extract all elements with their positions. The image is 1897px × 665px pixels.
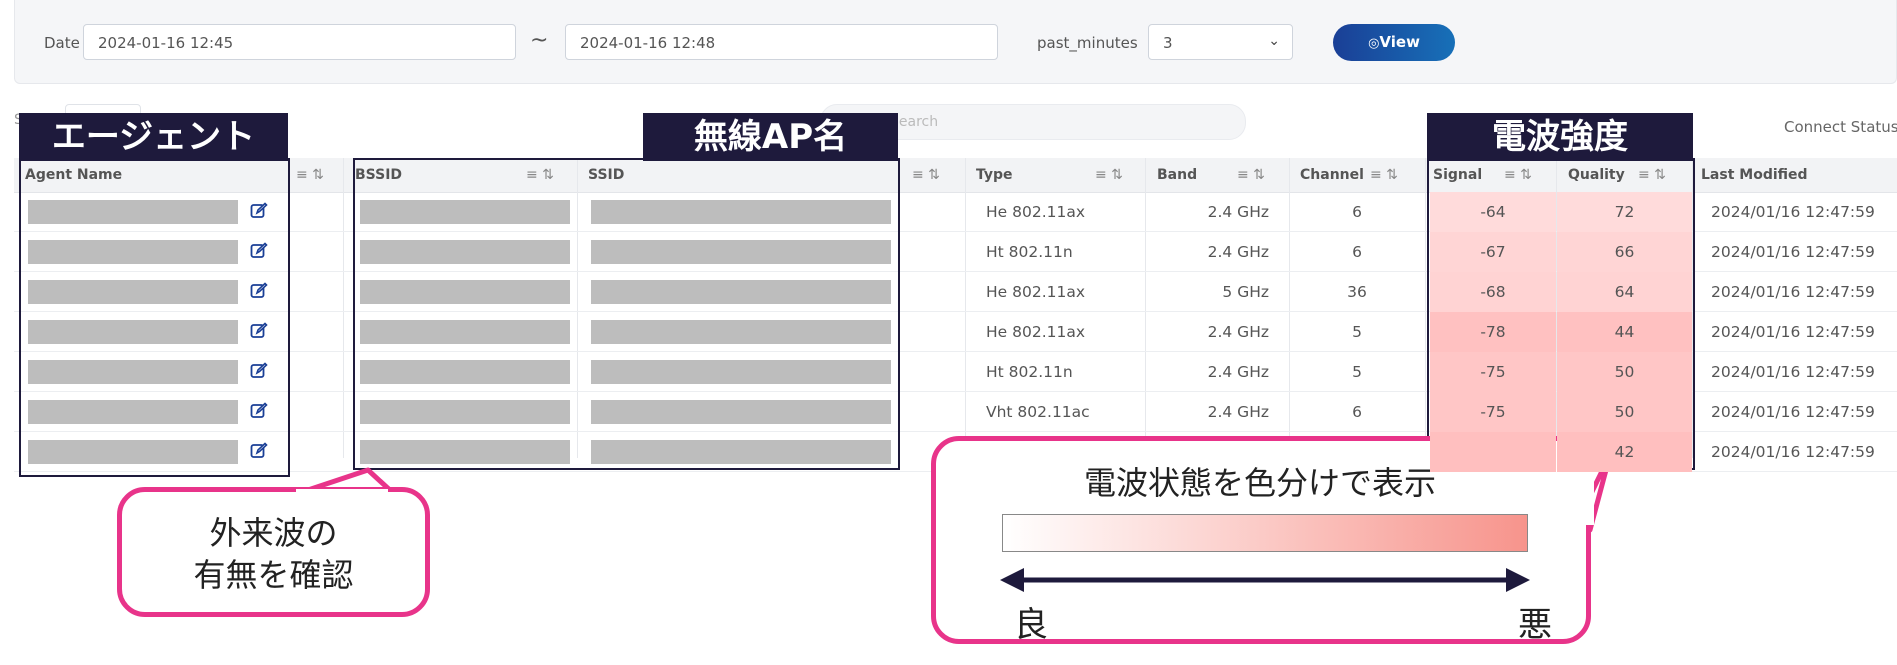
scale-bad-label: 悪 (1518, 605, 1552, 645)
band-cell: 2.4 GHz (1207, 403, 1269, 421)
last-modified-cell: 2024/01/16 12:47:59 (1711, 243, 1875, 261)
masked-ssid (591, 400, 891, 424)
color-gradient-bar (1002, 514, 1528, 552)
channel-cell: 6 (1352, 403, 1362, 421)
edit-icon[interactable] (250, 322, 268, 340)
scale-good-label: 良 (1014, 605, 1048, 645)
masked-agent-name (28, 200, 238, 224)
channel-cell: 6 (1352, 203, 1362, 221)
quality-cell: 50 (1557, 392, 1692, 432)
masked-bssid (360, 200, 570, 224)
last-modified-cell: 2024/01/16 12:47:59 (1711, 443, 1875, 461)
last-modified-cell: 2024/01/16 12:47:59 (1711, 323, 1875, 341)
channel-cell: 6 (1352, 243, 1362, 261)
channel-cell: 36 (1347, 283, 1367, 301)
band-cell: 2.4 GHz (1207, 363, 1269, 381)
signal-cell: -67 (1430, 232, 1556, 272)
masked-ssid (591, 240, 891, 264)
masked-agent-name (28, 280, 238, 304)
quality-cell: 42 (1557, 432, 1692, 472)
masked-agent-name (28, 440, 238, 464)
masked-ssid (591, 280, 891, 304)
quality-cell: 72 (1557, 192, 1692, 232)
callout-line1: 外来波の (209, 514, 338, 552)
foreign-wave-callout-text: 外来波の 有無を確認 (117, 512, 430, 596)
signal-cell: -75 (1430, 352, 1556, 392)
callout-tail-mask (296, 489, 388, 497)
masked-bssid (360, 240, 570, 264)
masked-bssid (360, 280, 570, 304)
last-modified-cell: 2024/01/16 12:47:59 (1711, 363, 1875, 381)
masked-agent-name (28, 360, 238, 384)
type-cell: He 802.11ax (986, 203, 1086, 221)
band-cell: 5 GHz (1222, 283, 1269, 301)
masked-ssid (591, 440, 891, 464)
masked-bssid (360, 360, 570, 384)
masked-bssid (360, 440, 570, 464)
scale-arrow (1000, 568, 1530, 592)
edit-icon[interactable] (250, 202, 268, 220)
last-modified-cell: 2024/01/16 12:47:59 (1711, 403, 1875, 421)
masked-ssid (591, 320, 891, 344)
masked-ssid (591, 360, 891, 384)
signal-cell: -78 (1430, 312, 1556, 352)
masked-ssid (591, 200, 891, 224)
masked-bssid (360, 320, 570, 344)
channel-cell: 5 (1352, 363, 1362, 381)
signal-cell: -68 (1430, 272, 1556, 312)
edit-icon[interactable] (250, 242, 268, 260)
type-cell: Vht 802.11ac (986, 403, 1090, 421)
edit-icon[interactable] (250, 402, 268, 420)
band-cell: 2.4 GHz (1207, 323, 1269, 341)
channel-cell: 5 (1352, 323, 1362, 341)
quality-cell: 64 (1557, 272, 1692, 312)
type-cell: He 802.11ax (986, 323, 1086, 341)
type-cell: Ht 802.11n (986, 243, 1073, 261)
quality-cell: 44 (1557, 312, 1692, 352)
band-cell: 2.4 GHz (1207, 243, 1269, 261)
edit-icon[interactable] (250, 362, 268, 380)
band-cell: 2.4 GHz (1207, 203, 1269, 221)
last-modified-cell: 2024/01/16 12:47:59 (1711, 283, 1875, 301)
masked-bssid (360, 400, 570, 424)
signal-cell (1430, 432, 1556, 472)
type-cell: He 802.11ax (986, 283, 1086, 301)
quality-cell: 50 (1557, 352, 1692, 392)
signal-cell: -64 (1430, 192, 1556, 232)
last-modified-cell: 2024/01/16 12:47:59 (1711, 203, 1875, 221)
quality-cell: 66 (1557, 232, 1692, 272)
masked-agent-name (28, 400, 238, 424)
edit-icon[interactable] (250, 282, 268, 300)
signal-cell: -75 (1430, 392, 1556, 432)
masked-agent-name (28, 240, 238, 264)
type-cell: Ht 802.11n (986, 363, 1073, 381)
callout-line2: 有無を確認 (193, 556, 354, 594)
masked-agent-name (28, 320, 238, 344)
edit-icon[interactable] (250, 442, 268, 460)
